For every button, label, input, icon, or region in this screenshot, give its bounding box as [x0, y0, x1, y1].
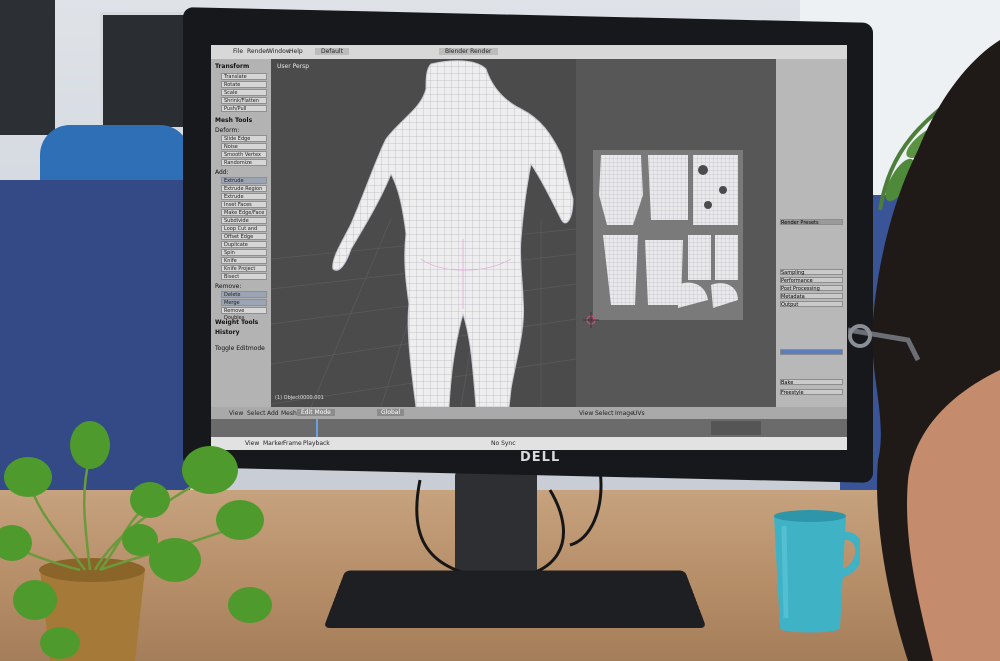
- menu-mesh[interactable]: Mesh: [281, 410, 297, 417]
- render-engine-selector[interactable]: Blender Render: [439, 48, 498, 55]
- add-label: Add:: [215, 169, 229, 176]
- tool-extrude-region[interactable]: Extrude Region: [221, 185, 267, 192]
- tool-shrink-flatten[interactable]: Shrink/Flatten: [221, 97, 267, 104]
- history-header[interactable]: History: [215, 329, 240, 336]
- panel-post-processing[interactable]: Post Processing: [780, 285, 843, 292]
- timeline-header: View Marker Frame Playback No Sync: [211, 437, 847, 450]
- uv-menu-uvs[interactable]: UVs: [633, 410, 645, 417]
- panel-render-presets[interactable]: Render Presets: [780, 219, 843, 226]
- tool-extrude[interactable]: Extrude: [221, 177, 267, 184]
- pivot-selector[interactable]: Global: [377, 409, 405, 416]
- background-monitor-2: [100, 12, 196, 130]
- tool-subdivide[interactable]: Subdivide: [221, 217, 267, 224]
- tool-smooth-vertex[interactable]: Smooth Vertex: [221, 151, 267, 158]
- uv-menu-image[interactable]: Image: [615, 410, 634, 417]
- tool-extrude-individual[interactable]: Extrude Individual: [221, 193, 267, 207]
- tool-knife-project[interactable]: Knife Project: [221, 265, 267, 272]
- tool-translate[interactable]: Translate: [221, 73, 267, 80]
- potted-plant: [0, 421, 272, 661]
- timeline-frame[interactable]: Frame: [283, 440, 302, 447]
- tool-offset-edge-slide[interactable]: Offset Edge Slide: [221, 233, 267, 247]
- timeline[interactable]: [211, 419, 847, 437]
- tool-duplicate[interactable]: Duplicate: [221, 241, 267, 248]
- viewport-label: User Persp: [277, 63, 310, 70]
- panel-metadata[interactable]: Metadata: [780, 293, 843, 300]
- tool-rotate[interactable]: Rotate: [221, 81, 267, 88]
- uv-islands: [599, 155, 738, 308]
- panel-output[interactable]: Output: [780, 301, 843, 308]
- 2d-cursor-icon[interactable]: [583, 312, 599, 328]
- panel-performance[interactable]: Performance: [780, 277, 843, 284]
- panel-bake[interactable]: Bake: [780, 379, 843, 386]
- human-mesh-model[interactable]: [311, 59, 581, 407]
- person-head: [848, 40, 1000, 661]
- deform-label: Deform:: [215, 127, 240, 134]
- weight-tools-header[interactable]: Weight Tools: [215, 319, 258, 326]
- tool-knife[interactable]: Knife: [221, 257, 267, 264]
- tool-remove-doubles[interactable]: Remove Doubles: [221, 307, 267, 321]
- toggle-editmode-label[interactable]: Toggle Editmode: [215, 345, 265, 352]
- tool-shelf: Transform Translate Rotate Scale Shrink/…: [211, 59, 271, 419]
- mode-selector[interactable]: Edit Mode: [297, 409, 335, 416]
- uv-menu-view[interactable]: View: [579, 410, 593, 417]
- tool-noise[interactable]: Noise: [221, 143, 267, 150]
- timeline-range: [711, 421, 761, 435]
- object-status: (1) Object0000.001: [275, 395, 324, 401]
- uv-layout[interactable]: [593, 150, 743, 320]
- panel-freestyle[interactable]: Freestyle: [780, 389, 843, 396]
- tool-make-edge-face[interactable]: Make Edge/Face: [221, 209, 267, 216]
- properties-panel: Render Presets Sampling Performance Post…: [776, 59, 847, 419]
- coffee-cup: [774, 510, 860, 633]
- menu-file[interactable]: File: [233, 48, 243, 55]
- monitor-stand-base: [323, 570, 707, 629]
- monitor-screen: File Render Window Help Default Blender …: [211, 45, 847, 450]
- tool-delete[interactable]: Delete: [221, 291, 267, 298]
- uv-menu-select[interactable]: Select: [595, 410, 614, 417]
- menu-window[interactable]: Window: [267, 48, 291, 55]
- tool-bisect[interactable]: Bisect: [221, 273, 267, 280]
- menu-render[interactable]: Render: [247, 48, 268, 55]
- tool-loop-cut[interactable]: Loop Cut and Slide: [221, 225, 267, 239]
- remove-label: Remove:: [215, 283, 242, 290]
- tool-inset-faces[interactable]: Inset Faces: [221, 201, 267, 208]
- sync-selector[interactable]: No Sync: [491, 440, 516, 447]
- blender-top-bar: File Render Window Help Default Blender …: [211, 45, 847, 60]
- viewport-header: View Select Add Mesh Edit Mode Global Vi…: [211, 407, 847, 419]
- panel-sampling[interactable]: Sampling: [780, 269, 843, 276]
- tool-merge[interactable]: Merge: [221, 299, 267, 306]
- office-chair: [40, 125, 190, 185]
- tool-randomize[interactable]: Randomize: [221, 159, 267, 166]
- transform-header[interactable]: Transform: [215, 63, 249, 70]
- tool-push-pull[interactable]: Push/Pull: [221, 105, 267, 112]
- tool-slide-edge[interactable]: Slide Edge: [221, 135, 267, 142]
- slider-field[interactable]: [780, 349, 843, 355]
- menu-help[interactable]: Help: [289, 48, 303, 55]
- tool-scale[interactable]: Scale: [221, 89, 267, 96]
- background-monitor: [0, 0, 55, 135]
- timeline-playback[interactable]: Playback: [303, 440, 330, 447]
- timeline-playhead[interactable]: [316, 419, 318, 437]
- mesh-tools-header[interactable]: Mesh Tools: [215, 117, 252, 124]
- layout-selector[interactable]: Default: [315, 48, 349, 55]
- tool-spin[interactable]: Spin: [221, 249, 267, 256]
- monitor-logo: DELL: [520, 450, 561, 465]
